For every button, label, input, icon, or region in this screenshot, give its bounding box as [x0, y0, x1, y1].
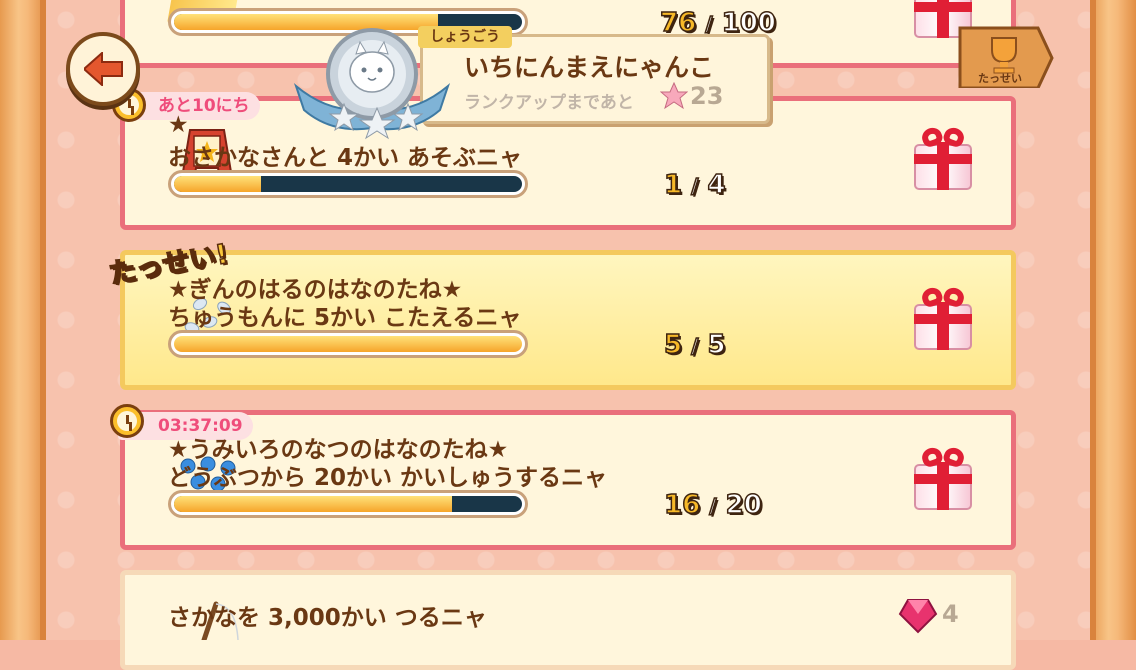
quest-title: さかなを 3,000かい つるニャ	[168, 605, 487, 631]
gem-icon	[898, 598, 938, 634]
achievements-label: たっせい	[978, 72, 1022, 85]
quest-description: どうぶつから 20かい かいしゅうするニャ	[168, 465, 608, 491]
progress-bar	[168, 170, 528, 198]
progress-count: 1 / 4	[663, 169, 726, 201]
clock-icon	[110, 404, 144, 438]
back-button[interactable]	[66, 32, 140, 106]
left-wood-rail	[0, 0, 46, 640]
quest-description: ちゅうもんに 5かい こたえるニャ	[168, 305, 522, 331]
quest-title: ★	[168, 112, 189, 138]
pink-star-icon	[659, 81, 689, 110]
gift-box-icon[interactable]	[910, 284, 976, 350]
progress-bar	[168, 490, 528, 518]
quest-description: おさかなさんと 4かい あそぶニャ	[168, 145, 523, 171]
gem-reward-count: 4	[942, 600, 959, 628]
progress-bar	[168, 330, 528, 358]
back-arrow-icon	[84, 52, 123, 86]
progress-count: 5 / 5	[663, 329, 726, 361]
silver-cat-medal-icon	[292, 24, 452, 142]
rank-up-remaining-count: 23	[690, 82, 724, 110]
rank-up-remaining-label: ランクアップまであと	[464, 93, 634, 113]
progress-count: 16 / 20	[663, 489, 762, 521]
gift-box-icon[interactable]	[910, 124, 976, 190]
rank-title: いちにんまえにゃんこ	[464, 53, 715, 82]
right-wood-rail	[1090, 0, 1136, 640]
gift-box-icon[interactable]	[910, 444, 976, 510]
